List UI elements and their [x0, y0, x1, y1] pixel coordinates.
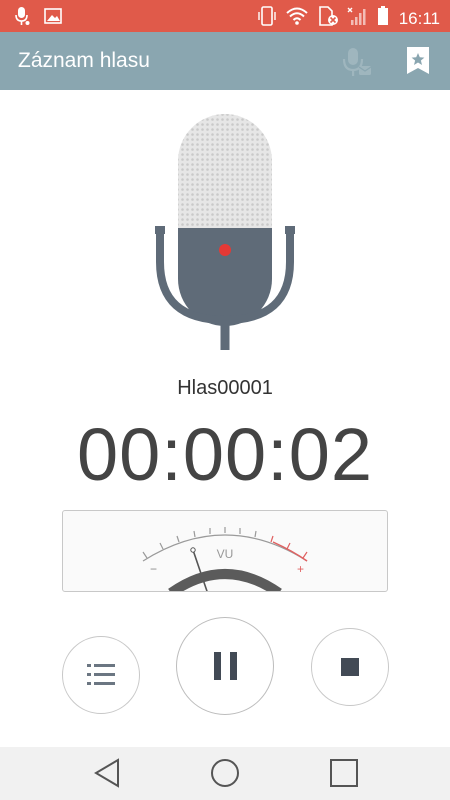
navigation-bar	[0, 747, 450, 800]
recording-filename: Hlas00001	[177, 377, 273, 399]
mic-settings-icon[interactable]	[338, 46, 374, 83]
recordings-list-button[interactable]	[62, 636, 140, 714]
vu-meter-dial: − VU +	[142, 527, 308, 591]
status-bar: 16:11	[0, 0, 450, 32]
microphone-illustration-icon	[155, 114, 295, 350]
sim-error-icon	[317, 6, 339, 31]
stop-button[interactable]	[311, 628, 389, 706]
vu-plus-label: +	[297, 562, 304, 576]
stop-icon	[341, 658, 359, 676]
vu-minus-label: −	[150, 562, 157, 576]
home-icon[interactable]	[209, 757, 241, 794]
pause-icon	[214, 652, 237, 680]
battery-icon	[377, 6, 389, 31]
list-icon	[87, 664, 115, 685]
vu-meter: − VU +	[62, 510, 388, 592]
vu-label: VU	[217, 547, 234, 561]
wifi-icon	[285, 6, 309, 31]
recording-indicator-dot	[219, 244, 231, 256]
app-bar: Záznam hlasu	[0, 32, 450, 90]
bookmark-star-icon[interactable]	[405, 45, 431, 82]
status-time: 16:11	[398, 8, 440, 28]
pause-button[interactable]	[176, 617, 274, 715]
app-title: Záznam hlasu	[18, 49, 150, 72]
back-icon[interactable]	[92, 757, 122, 794]
recents-icon[interactable]	[328, 757, 360, 794]
phone-vibrate-icon	[257, 6, 277, 31]
signal-icon	[347, 6, 369, 31]
mic-notification-icon	[14, 6, 30, 31]
image-notification-icon	[44, 8, 62, 29]
recording-timer: 00:00:02	[76, 413, 374, 496]
